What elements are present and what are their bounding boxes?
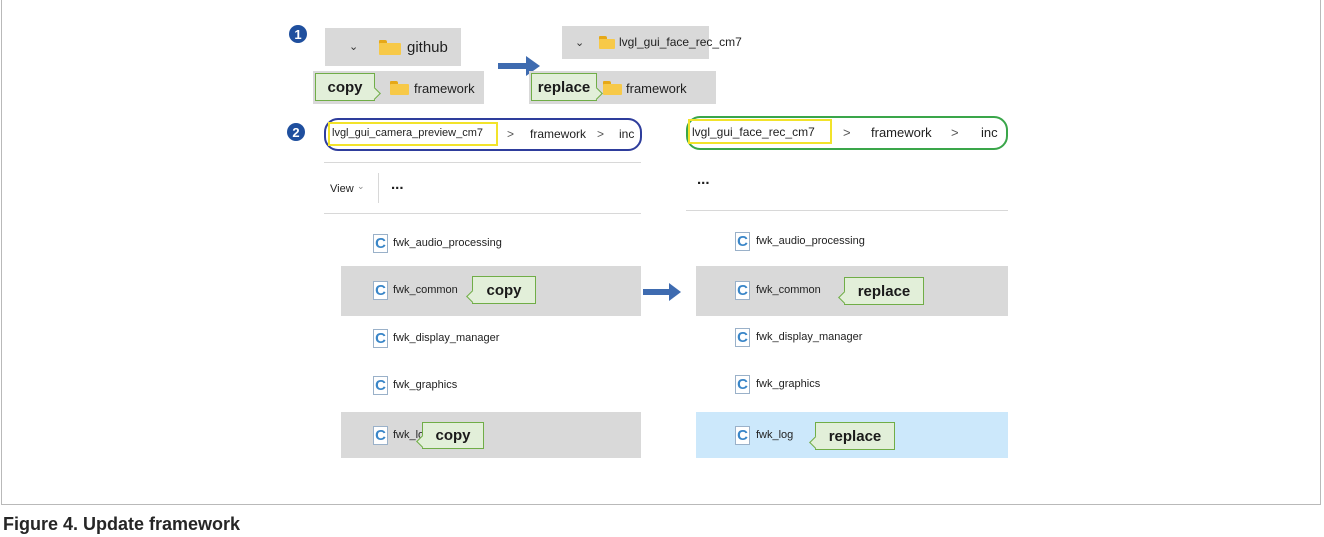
path-separator: > [507,127,515,141]
path-separator: > [843,125,851,140]
figure-caption: Figure 4. Update framework [3,514,241,534]
source-folder-name: github [407,39,448,56]
step-1-badge: 1 [289,25,307,43]
c-file-icon: C [735,281,750,300]
replace-callout: replace [531,73,603,101]
c-file-icon: C [735,328,750,347]
path-separator: > [951,125,959,140]
file-row[interactable]: C fwk_display_manager [721,318,1008,359]
folder-icon [390,81,409,95]
target-folder-name: lvgl_gui_face_rec_cm7 [619,35,742,49]
view-menu[interactable]: View [330,183,354,195]
replace-callout: replace [809,422,895,450]
file-row-selected[interactable]: C fwk_log [341,412,641,458]
toolbar-divider [378,173,379,203]
right-path-framework[interactable]: framework [871,125,932,140]
left-path-root[interactable]: lvgl_gui_camera_preview_cm7 [332,127,483,139]
file-name: fwk_display_manager [393,332,500,344]
divider [324,213,641,214]
path-separator: > [597,127,605,141]
c-file-icon: C [373,376,388,395]
right-arrow-icon [643,283,681,301]
divider [686,210,1008,211]
chevron-down-icon: ⌄ [357,181,365,191]
c-file-icon: C [373,281,388,300]
c-file-icon: C [735,232,750,251]
replace-callout: replace [838,277,924,305]
source-subfolder-name: framework [414,81,475,96]
copy-label: copy [435,427,471,444]
file-row[interactable]: C fwk_display_manager [361,320,641,361]
source-folder-row[interactable]: ⌄ github [325,28,461,66]
folder-icon [379,40,401,55]
file-name: fwk_graphics [756,378,821,390]
file-name: fwk_display_manager [756,331,863,343]
right-path-inc[interactable]: inc [981,125,998,140]
replace-label: replace [857,282,911,300]
replace-label: replace [537,78,591,96]
divider [324,162,641,163]
file-row[interactable]: C fwk_graphics [721,365,1008,406]
more-options-icon[interactable]: ... [697,171,710,188]
file-name: fwk_audio_processing [393,237,502,249]
left-path-framework[interactable]: framework [530,127,586,141]
folder-icon [599,36,615,49]
left-path-inc[interactable]: inc [619,127,634,141]
step-2-badge: 2 [287,123,305,141]
file-row[interactable]: C fwk_audio_processing [361,225,641,266]
file-name: fwk_audio_processing [756,235,865,247]
replace-label: replace [828,427,882,445]
c-file-icon: C [735,375,750,394]
folder-icon [603,81,622,95]
file-row[interactable]: C fwk_audio_processing [721,222,1008,263]
right-path-root[interactable]: lvgl_gui_face_rec_cm7 [692,125,815,139]
c-file-icon: C [373,329,388,348]
file-name: fwk_graphics [393,379,458,391]
c-file-icon: C [373,234,388,253]
file-name: fwk_log [756,429,794,441]
c-file-icon: C [735,426,750,445]
copy-callout: copy [315,73,381,101]
c-file-icon: C [373,426,388,445]
file-name: fwk_common [756,284,821,296]
file-name: fwk_common [393,284,458,296]
file-row[interactable]: C fwk_graphics [361,367,641,408]
more-options-icon[interactable]: ... [391,176,404,193]
chevron-down-icon: ⌄ [349,41,359,53]
target-subfolder-name: framework [626,81,687,96]
copy-label: copy [327,78,363,96]
chevron-down-icon: ⌄ [575,37,585,49]
copy-callout: copy [466,276,536,304]
target-folder-row[interactable]: ⌄ lvgl_gui_face_rec_cm7 [562,26,742,59]
copy-label: copy [486,281,522,299]
copy-callout: copy [416,422,484,449]
